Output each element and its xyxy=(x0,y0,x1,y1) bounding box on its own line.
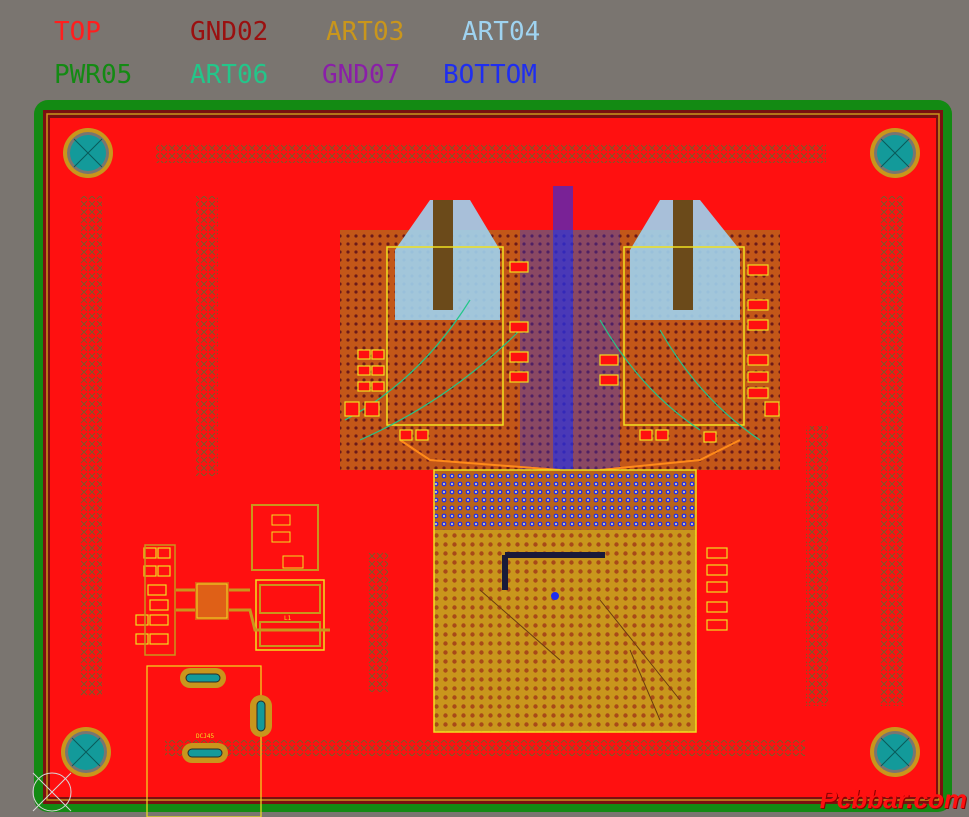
mounting-hole-bottom-right xyxy=(870,727,920,777)
right-header-col-2 xyxy=(806,426,828,706)
watermark: Pcbbar.com xyxy=(819,784,967,814)
mounting-hole-bottom-left xyxy=(61,727,111,777)
left-header-col-1 xyxy=(80,196,102,696)
pcb-canvas[interactable]: L1 DCJ45 xyxy=(0,0,969,817)
left-header-col-2 xyxy=(196,196,218,476)
top-header-row xyxy=(156,143,826,163)
crystal-label: DCJ45 xyxy=(196,733,214,740)
inductor-label: L1 xyxy=(284,615,292,622)
right-header-col-1 xyxy=(880,196,904,706)
bga-package xyxy=(433,469,697,733)
mounting-hole-top-left xyxy=(63,128,113,178)
mid-header-col xyxy=(368,552,388,692)
mounting-hole-top-right xyxy=(870,128,920,178)
